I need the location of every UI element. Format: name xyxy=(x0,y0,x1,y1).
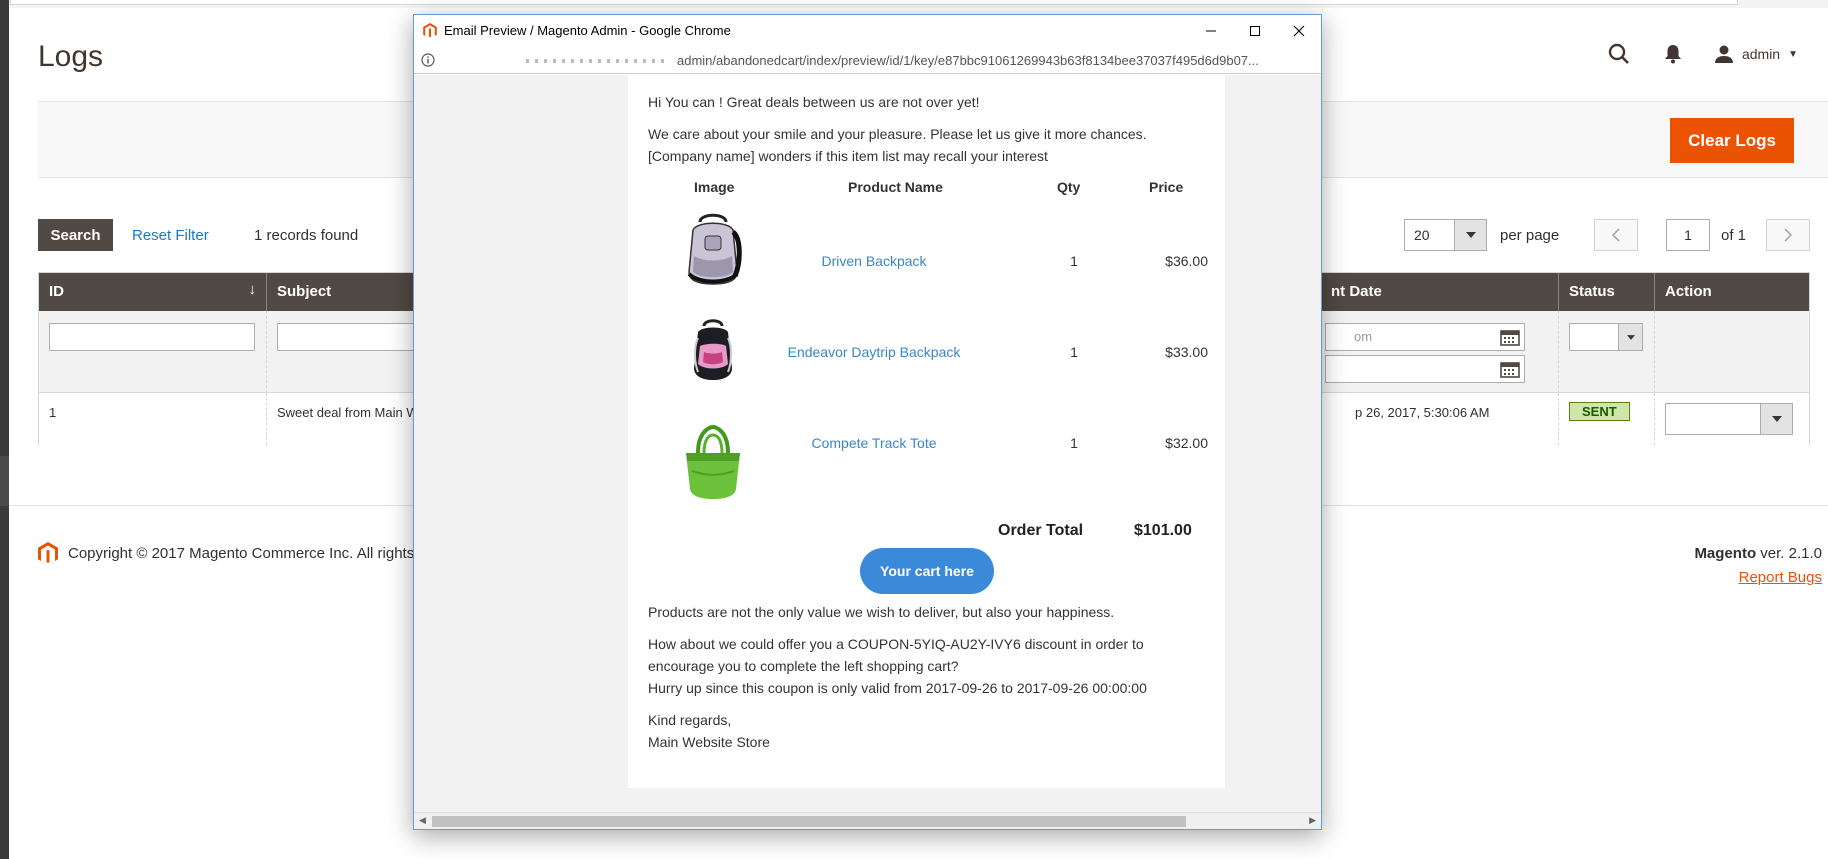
scroll-right-icon[interactable]: ▶ xyxy=(1309,815,1316,826)
email-closing-1: Kind regards, xyxy=(648,712,732,728)
clear-logs-button[interactable]: Clear Logs xyxy=(1670,118,1794,163)
action-select[interactable] xyxy=(1665,403,1793,435)
sort-arrow-icon: ↓ xyxy=(248,281,257,298)
per-page-value: 20 xyxy=(1414,227,1430,243)
email-coupon-line-3: Hurry up since this coupon is only valid… xyxy=(648,680,1147,696)
magento-logo-icon xyxy=(38,542,58,563)
sent-date-to-input[interactable] xyxy=(1325,355,1525,383)
top-strip xyxy=(0,0,1828,8)
table-header-price: Price xyxy=(1149,179,1184,195)
email-preview-viewport: Hi You can ! Great deals between us are … xyxy=(414,75,1321,813)
chevron-down-icon xyxy=(1760,404,1792,434)
product-qty: 1 xyxy=(1070,435,1078,451)
email-body: Hi You can ! Great deals between us are … xyxy=(628,75,1225,788)
maximize-icon[interactable] xyxy=(1233,15,1277,47)
order-total-value: $101.00 xyxy=(1134,522,1192,539)
row-sent-date: p 26, 2017, 5:30:06 AM xyxy=(1307,393,1559,445)
email-preview-window: Email Preview / Magento Admin - Google C… xyxy=(413,14,1322,830)
calendar-icon[interactable] xyxy=(1500,360,1520,383)
previous-page-button[interactable] xyxy=(1594,219,1638,251)
backpack-gray-icon xyxy=(678,208,748,288)
user-menu[interactable]: admin ▼ xyxy=(1714,45,1798,63)
product-link[interactable]: Driven Backpack xyxy=(764,253,984,269)
product-qty: 1 xyxy=(1070,253,1078,269)
email-coupon-line-1: How about we could offer you a COUPON-5Y… xyxy=(648,636,1144,652)
footer-copyright: Copyright © 2017 Magento Commerce Inc. A… xyxy=(38,542,423,564)
footer-version-text: ver. 2.1.0 xyxy=(1760,545,1822,562)
row-status: SENT xyxy=(1559,393,1655,445)
close-icon[interactable] xyxy=(1277,15,1321,47)
product-link[interactable]: Compete Track Tote xyxy=(764,435,984,451)
scroll-left-icon[interactable]: ◀ xyxy=(419,815,426,826)
your-cart-button[interactable]: Your cart here xyxy=(860,548,994,594)
email-greeting: Hi You can ! Great deals between us are … xyxy=(648,94,980,110)
search-icon[interactable] xyxy=(1606,41,1632,67)
calendar-icon[interactable] xyxy=(1500,328,1520,351)
product-price: $36.00 xyxy=(1165,253,1208,269)
search-button[interactable]: Search xyxy=(38,219,113,251)
current-page-input[interactable]: 1 xyxy=(1666,219,1710,251)
header-actions: admin ▼ xyxy=(1606,40,1798,68)
redacted-host xyxy=(526,59,666,63)
order-total-label: Order Total xyxy=(998,522,1084,539)
window-titlebar: Email Preview / Magento Admin - Google C… xyxy=(414,15,1321,47)
email-coupon-line-2: encourage you to complete the left shopp… xyxy=(648,658,959,674)
id-filter-input[interactable] xyxy=(49,323,255,351)
user-name: admin xyxy=(1741,46,1781,62)
tote-green-icon xyxy=(678,423,748,503)
sent-date-from-input[interactable]: om xyxy=(1325,323,1525,351)
status-filter-select[interactable] xyxy=(1569,323,1643,351)
email-closing-2: Main Website Store xyxy=(648,734,770,750)
column-header-sent-date[interactable]: nt Date xyxy=(1321,273,1559,311)
product-link[interactable]: Endeavor Daytrip Backpack xyxy=(764,344,984,360)
reset-filter-link[interactable]: Reset Filter xyxy=(132,227,209,244)
email-paragraph-happiness: Products are not the only value we wish … xyxy=(648,604,1115,620)
column-header-id[interactable]: ID ↓ xyxy=(39,273,267,311)
email-intro-line-2: [Company name] wonders if this item list… xyxy=(648,148,1048,164)
column-header-status[interactable]: Status xyxy=(1559,273,1655,311)
table-header-qty: Qty xyxy=(1057,179,1081,195)
chevron-left-icon xyxy=(1612,228,1620,242)
backpack-pink-icon xyxy=(678,316,748,396)
per-page-label: per page xyxy=(1500,227,1560,244)
horizontal-scrollbar[interactable]: ◀ ▶ xyxy=(414,812,1321,829)
chevron-down-icon: ▼ xyxy=(1788,48,1798,60)
table-header-product-name: Product Name xyxy=(848,179,943,195)
chevron-right-icon xyxy=(1784,228,1792,242)
url-text: admin/abandonedcart/index/preview/id/1/k… xyxy=(677,53,1259,68)
row-id: 1 xyxy=(39,393,267,445)
records-found-count: 1 records found xyxy=(254,227,359,244)
info-icon[interactable] xyxy=(421,53,435,72)
email-intro-line-1: We care about your smile and your pleasu… xyxy=(648,126,1147,142)
row-action xyxy=(1655,393,1811,445)
notifications-bell-icon[interactable] xyxy=(1660,41,1686,67)
minimize-icon[interactable] xyxy=(1189,15,1233,47)
next-page-button[interactable] xyxy=(1766,219,1810,251)
chevron-down-icon xyxy=(1454,220,1486,250)
footer-brand: Magento xyxy=(1694,545,1757,562)
total-pages-label: of 1 xyxy=(1721,227,1747,244)
magento-logo-icon xyxy=(423,23,437,43)
chevron-down-icon xyxy=(1618,324,1642,350)
scrollbar-thumb[interactable] xyxy=(432,816,1186,827)
status-badge: SENT xyxy=(1569,402,1630,421)
page-title: Logs xyxy=(38,40,104,73)
report-bugs-link[interactable]: Report Bugs xyxy=(1739,569,1822,586)
left-admin-bar xyxy=(0,0,9,859)
product-qty: 1 xyxy=(1070,344,1078,360)
column-header-action: Action xyxy=(1665,283,1712,300)
user-avatar-icon xyxy=(1714,45,1733,63)
product-price: $33.00 xyxy=(1165,344,1208,360)
product-price: $32.00 xyxy=(1165,435,1208,451)
address-bar[interactable]: admin/abandonedcart/index/preview/id/1/k… xyxy=(414,47,1321,74)
window-title: Email Preview / Magento Admin - Google C… xyxy=(444,23,731,38)
per-page-select[interactable]: 20 xyxy=(1404,219,1487,251)
table-header-image: Image xyxy=(694,179,735,195)
footer-version: Magento ver. 2.1.0 Report Bugs xyxy=(1694,542,1822,590)
